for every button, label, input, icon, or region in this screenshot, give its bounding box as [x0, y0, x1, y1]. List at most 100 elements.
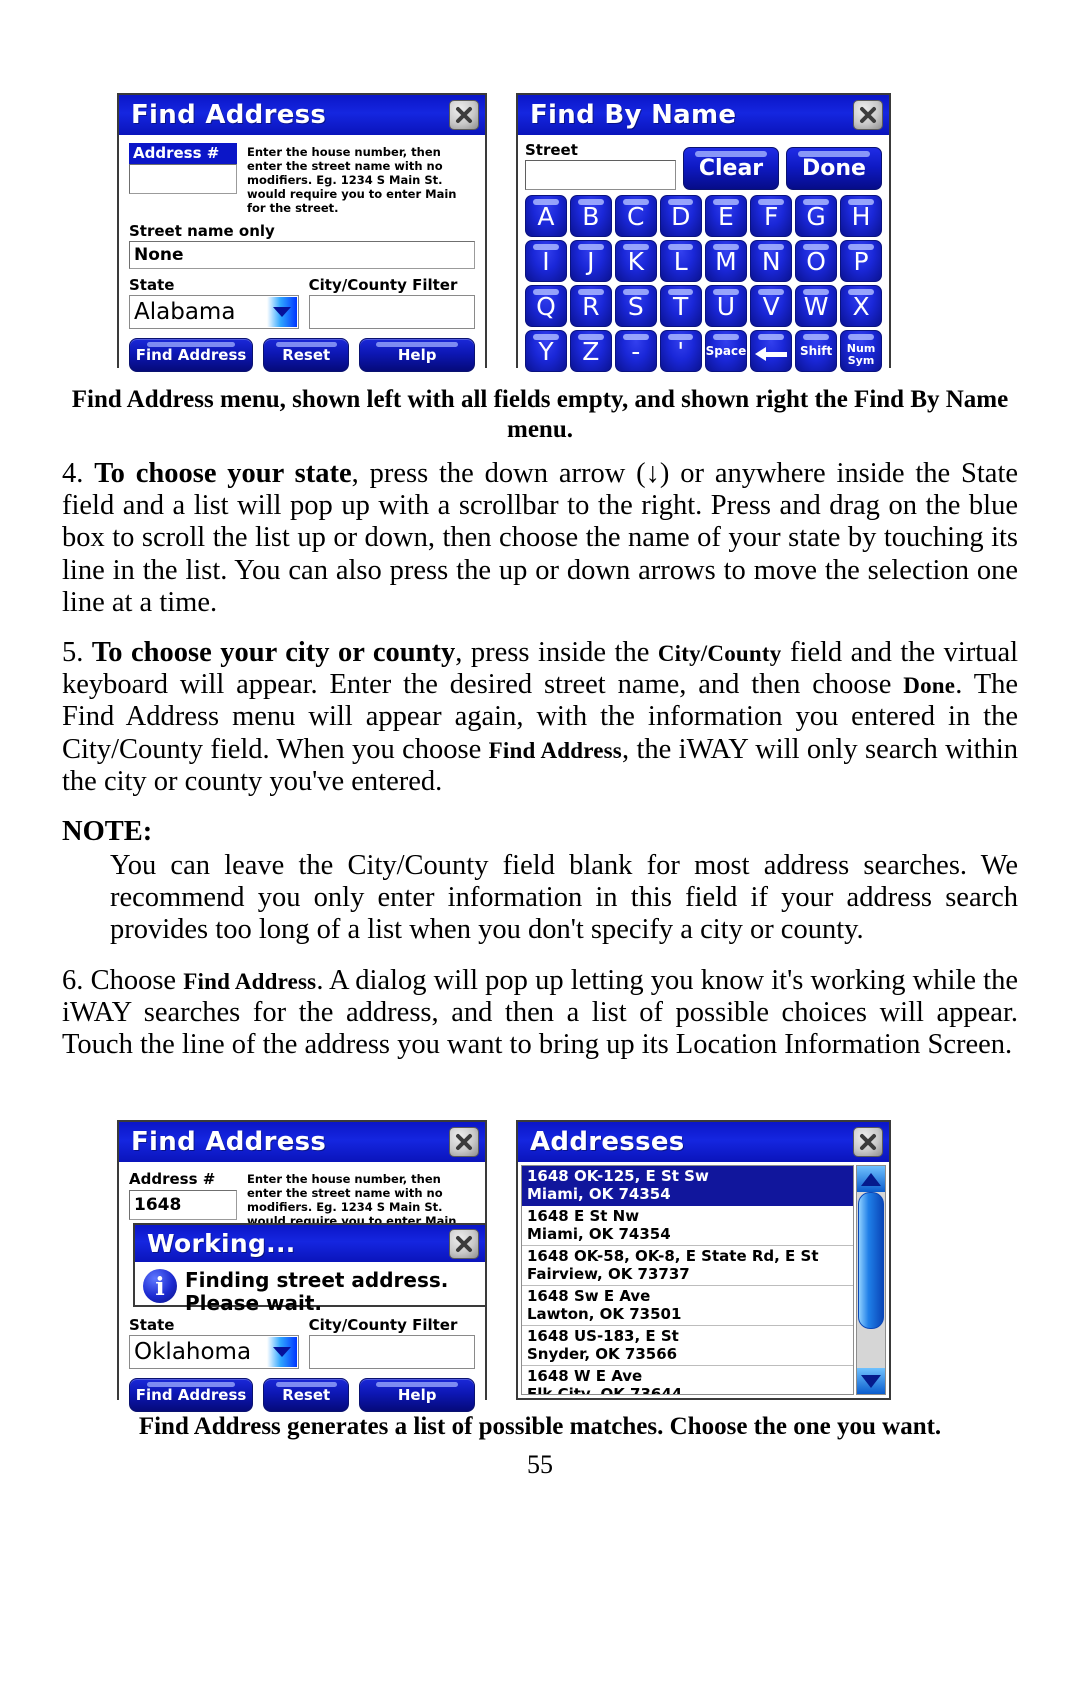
key-X[interactable]: X — [840, 285, 882, 327]
address-line2: Fairview, OK 73737 — [527, 1265, 690, 1283]
caption-top: Find Address menu, shown left with all f… — [71, 386, 1009, 443]
state-block: State Oklahoma — [129, 1316, 299, 1370]
key-F[interactable]: F — [750, 195, 793, 237]
close-icon[interactable] — [853, 100, 883, 130]
working-message: Finding street address. Please wait. — [185, 1268, 449, 1315]
find-address-screenshot-top: Find Address Address # Enter the house n… — [117, 93, 487, 383]
key-O[interactable]: O — [795, 240, 838, 282]
help-button[interactable]: Help — [359, 338, 475, 373]
addresses-list[interactable]: 1648 OK-125, E St Sw Miami, OK 74354 164… — [521, 1165, 854, 1395]
find-address-button[interactable]: Find Address — [129, 338, 254, 373]
scroll-thumb[interactable] — [858, 1192, 884, 1330]
list-item[interactable]: 1648 E St Nw Miami, OK 74354 — [522, 1206, 853, 1246]
reset-button[interactable]: Reset — [263, 1378, 350, 1413]
backspace-icon[interactable] — [750, 330, 793, 372]
key-E[interactable]: E — [704, 195, 748, 237]
addresses-screenshot: Addresses 1648 OK-125, E St Sw Miami, OK… — [516, 1120, 891, 1400]
reset-button[interactable]: Reset — [263, 338, 350, 373]
key-M[interactable]: M — [704, 240, 748, 282]
key-Q[interactable]: Q — [525, 285, 567, 327]
address-number-label: Address # — [129, 1170, 216, 1188]
scroll-down-icon[interactable] — [857, 1368, 885, 1394]
key-G[interactable]: G — [795, 195, 838, 237]
close-icon[interactable] — [449, 1228, 479, 1259]
list-item[interactable]: 1648 W E Ave Elk City, OK 73644 — [522, 1366, 853, 1395]
key-B[interactable]: B — [569, 195, 612, 237]
key-num-sym[interactable]: Num Sym — [840, 330, 882, 372]
key-H[interactable]: H — [840, 195, 882, 237]
p4-number: 4. — [62, 458, 84, 489]
p4-bold-lead: To choose your state — [94, 458, 352, 489]
paragraph-4: 4. To choose your state, press the down … — [62, 458, 1018, 619]
window-title: Addresses — [530, 1127, 685, 1157]
address-line2: Miami, OK 74354 — [527, 1185, 671, 1203]
address-row: Address # Enter the house number, then e… — [129, 143, 475, 215]
clear-button[interactable]: Clear — [683, 147, 779, 190]
city-filter-input[interactable] — [308, 295, 475, 330]
close-icon[interactable] — [449, 100, 479, 130]
key-U[interactable]: U — [704, 285, 748, 327]
chevron-down-icon[interactable] — [266, 297, 297, 328]
button-row: Find Address Reset Help — [129, 338, 475, 373]
key-S[interactable]: S — [614, 285, 657, 327]
key-N[interactable]: N — [750, 240, 793, 282]
note-body: You can leave the City/County field blan… — [110, 850, 1018, 946]
city-block: City/County Filter — [308, 1316, 475, 1370]
city-filter-input[interactable] — [308, 1335, 475, 1370]
state-label: State — [129, 276, 175, 295]
address-line2: Snyder, OK 73566 — [527, 1345, 678, 1363]
close-icon[interactable] — [449, 1127, 479, 1157]
state-select[interactable]: Oklahoma — [129, 1335, 299, 1370]
help-button[interactable]: Help — [359, 1378, 475, 1413]
titlebar: Find Address — [119, 1122, 485, 1162]
key-apostrophe[interactable]: ' — [659, 330, 702, 372]
address-number-input[interactable]: 1648 — [129, 1190, 237, 1220]
working-title: Working... — [147, 1229, 296, 1258]
key-P[interactable]: P — [840, 240, 882, 282]
key-Z[interactable]: Z — [569, 330, 612, 372]
key-R[interactable]: R — [569, 285, 612, 327]
list-item[interactable]: 1648 US-183, E St Snyder, OK 73566 — [522, 1326, 853, 1366]
titlebar: Addresses — [518, 1122, 889, 1162]
street-name-input[interactable]: None — [129, 241, 475, 270]
list-item[interactable]: 1648 OK-58, OK-8, E State Rd, E St Fairv… — [522, 1246, 853, 1286]
find-by-name-screenshot: Find By Name Street Clear Done A B C D E… — [516, 93, 891, 379]
state-value: Oklahoma — [134, 1339, 252, 1366]
key-I[interactable]: I — [525, 240, 567, 282]
key-J[interactable]: J — [569, 240, 612, 282]
titlebar: Find Address — [119, 95, 485, 135]
address-line2: Lawton, OK 73501 — [527, 1305, 682, 1323]
key-C[interactable]: C — [614, 195, 657, 237]
key-W[interactable]: W — [795, 285, 838, 327]
chevron-down-icon[interactable] — [266, 1337, 297, 1368]
key-K[interactable]: K — [614, 240, 657, 282]
p5-bold-lead: To choose your city or county — [91, 637, 456, 669]
key-shift[interactable]: Shift — [795, 330, 838, 372]
list-item[interactable]: 1648 OK-125, E St Sw Miami, OK 74354 — [522, 1166, 853, 1206]
key-A[interactable]: A — [525, 195, 567, 237]
scrollbar[interactable] — [856, 1165, 886, 1395]
find-address-button[interactable]: Find Address — [129, 1378, 254, 1413]
key-space[interactable]: Space — [704, 330, 748, 372]
state-select[interactable]: Alabama — [129, 295, 299, 330]
scroll-track[interactable] — [857, 1192, 885, 1368]
key-L[interactable]: L — [659, 240, 702, 282]
key-V[interactable]: V — [750, 285, 793, 327]
address-number-block: Address # — [129, 143, 237, 215]
address-line2: Elk City, OK 73644 — [527, 1385, 683, 1395]
scroll-up-icon[interactable] — [857, 1166, 885, 1192]
key-Y[interactable]: Y — [525, 330, 567, 372]
close-icon[interactable] — [853, 1127, 883, 1157]
paragraph-6: 6. Choose Find Address. A dialog will po… — [62, 965, 1018, 1062]
button-row: Find Address Reset Help — [129, 1378, 475, 1413]
address-number-input[interactable] — [129, 164, 237, 195]
address-number-label: Address # — [129, 143, 237, 165]
window-title: Find Address — [131, 1127, 327, 1157]
list-item[interactable]: 1648 Sw E Ave Lawton, OK 73501 — [522, 1286, 853, 1326]
street-block: Street — [525, 141, 676, 190]
key-T[interactable]: T — [659, 285, 702, 327]
key-D[interactable]: D — [659, 195, 702, 237]
street-input[interactable] — [525, 160, 676, 190]
key-hyphen[interactable]: - — [614, 330, 657, 372]
done-button[interactable]: Done — [786, 147, 882, 190]
